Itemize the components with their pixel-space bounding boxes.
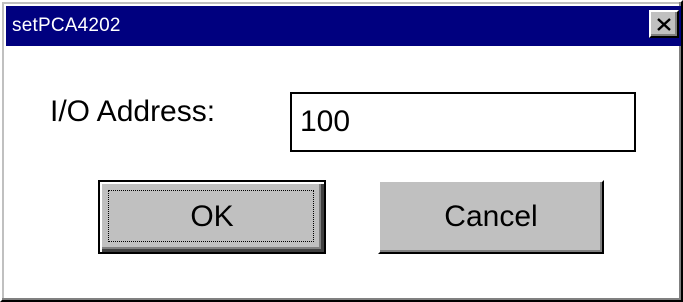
- io-address-input[interactable]: [290, 92, 636, 152]
- io-address-label: I/O Address:: [50, 95, 216, 128]
- title-bar[interactable]: setPCA4202: [6, 6, 681, 46]
- dialog-body: I/O Address: OK Cancel: [10, 48, 679, 298]
- ok-button-label: OK: [190, 200, 234, 233]
- ok-button[interactable]: OK: [98, 180, 326, 254]
- window-title: setPCA4202: [12, 15, 121, 36]
- cancel-button[interactable]: Cancel: [378, 180, 604, 254]
- close-button[interactable]: [649, 10, 679, 38]
- cancel-button-label: Cancel: [444, 200, 538, 233]
- dialog-window: setPCA4202 I/O Address: OK Cancel: [0, 0, 683, 302]
- close-x-icon: [657, 17, 671, 31]
